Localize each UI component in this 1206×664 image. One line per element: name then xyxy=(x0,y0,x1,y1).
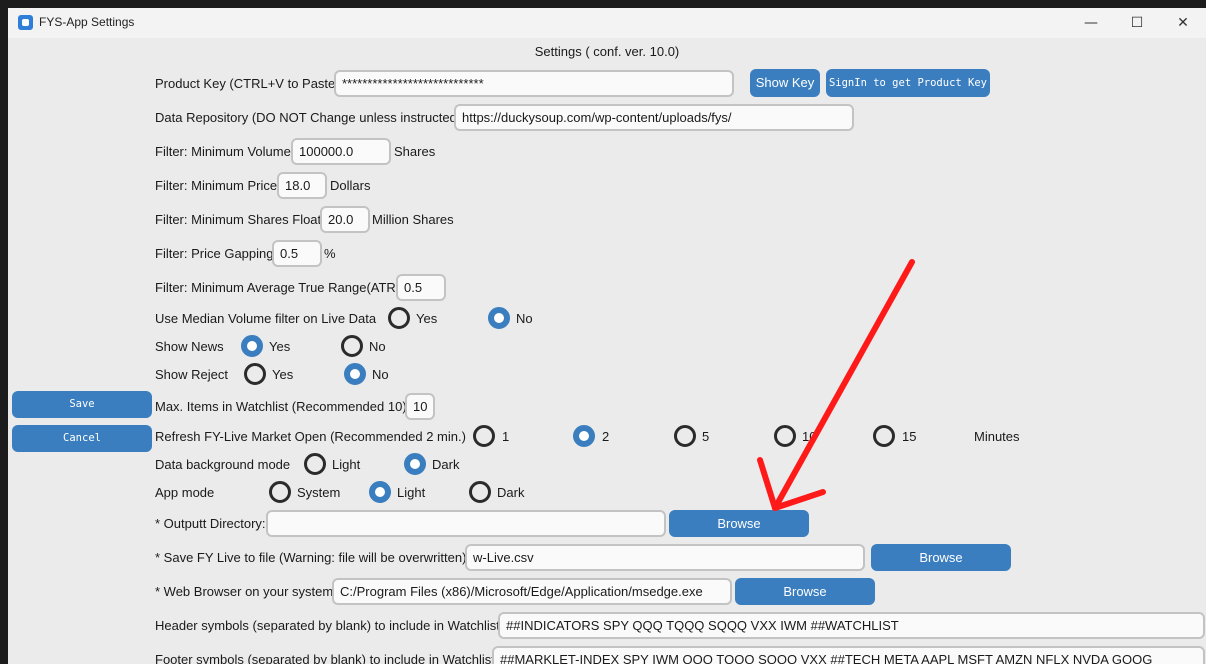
refresh-radio-2[interactable] xyxy=(573,425,595,447)
page-title: Settings ( conf. ver. 10.0) xyxy=(534,44,680,59)
min-price-label: Filter: Minimum Price xyxy=(155,178,278,193)
refresh-unit: Minutes xyxy=(974,429,1020,444)
data-bg-mode-label: Data background mode xyxy=(155,457,291,472)
atr-input[interactable]: 0.5 xyxy=(396,274,446,301)
show-reject-yes-label: Yes xyxy=(272,367,294,382)
save-button[interactable]: Save xyxy=(12,391,152,418)
refresh-radio-5[interactable] xyxy=(674,425,696,447)
refresh-label-2: 2 xyxy=(602,429,610,444)
web-browser-input[interactable]: C:/Program Files (x86)/Microsoft/Edge/Ap… xyxy=(332,578,732,605)
app-mode-light-radio[interactable] xyxy=(369,481,391,503)
show-reject-label: Show Reject xyxy=(155,367,228,382)
red-arrow-icon xyxy=(757,259,915,511)
refresh-label-15: 15 xyxy=(902,429,917,444)
bg-mode-light-label: Light xyxy=(332,457,361,472)
show-news-yes-radio[interactable] xyxy=(241,335,263,357)
data-repository-input[interactable]: https://duckysoup.com/wp-content/uploads… xyxy=(454,104,854,131)
min-float-unit: Million Shares xyxy=(372,212,454,227)
bg-mode-dark-label: Dark xyxy=(432,457,460,472)
max-items-label: Max. Items in Watchlist (Recommended 10) xyxy=(155,399,407,414)
minimize-button[interactable]: — xyxy=(1068,8,1114,38)
show-news-yes-label: Yes xyxy=(269,339,291,354)
refresh-label: Refresh FY-Live Market Open (Recommended… xyxy=(155,429,466,444)
bg-mode-dark-radio[interactable] xyxy=(404,453,426,475)
atr-label: Filter: Minimum Average True Range(ATR) xyxy=(155,280,401,295)
min-volume-input[interactable]: 100000.0 xyxy=(291,138,391,165)
show-news-no-label: No xyxy=(369,339,386,354)
signin-product-key-button[interactable]: SignIn to get Product Key xyxy=(826,69,990,97)
footer-symbols-input[interactable]: ##MARKLET-INDEX SPY IWM QQQ TQQQ SQQQ VX… xyxy=(492,646,1205,664)
min-float-input[interactable]: 20.0 xyxy=(320,206,370,233)
close-button[interactable]: ✕ xyxy=(1160,8,1206,38)
refresh-label-5: 5 xyxy=(702,429,710,444)
show-news-label: Show News xyxy=(155,339,224,354)
min-volume-label: Filter: Minimum Volume xyxy=(155,144,291,159)
refresh-radio-10[interactable] xyxy=(774,425,796,447)
output-directory-input[interactable] xyxy=(266,510,666,537)
refresh-radio-15[interactable] xyxy=(873,425,895,447)
refresh-radio-1[interactable] xyxy=(473,425,495,447)
app-mode-system-label: System xyxy=(297,485,341,500)
max-items-input[interactable]: 10 xyxy=(405,393,435,420)
show-reject-yes-radio[interactable] xyxy=(244,363,266,385)
title-bar: FYS-App Settings — ☐ ✕ xyxy=(8,8,1206,38)
median-volume-no-label: No xyxy=(516,311,533,326)
price-gapping-input[interactable]: 0.5 xyxy=(272,240,322,267)
maximize-button[interactable]: ☐ xyxy=(1114,8,1160,38)
footer-symbols-label: Footer symbols (separated by blank) to i… xyxy=(155,652,495,664)
save-live-input[interactable]: w-Live.csv xyxy=(465,544,865,571)
header-symbols-label: Header symbols (separated by blank) to i… xyxy=(155,618,500,633)
price-gapping-unit: % xyxy=(324,246,336,261)
show-reject-no-radio[interactable] xyxy=(344,363,366,385)
min-float-label: Filter: Minimum Shares Float xyxy=(155,212,322,227)
window-title: FYS-App Settings xyxy=(39,15,135,29)
min-volume-unit: Shares xyxy=(394,144,436,159)
median-volume-yes-label: Yes xyxy=(416,311,438,326)
app-mode-dark-label: Dark xyxy=(497,485,525,500)
price-gapping-label: Filter: Price Gapping xyxy=(155,246,274,261)
app-icon xyxy=(18,15,33,30)
product-key-label: Product Key (CTRL+V to Paste) xyxy=(155,76,340,91)
median-volume-label: Use Median Volume filter on Live Data xyxy=(155,311,377,326)
median-volume-no-radio[interactable] xyxy=(488,307,510,329)
app-mode-light-label: Light xyxy=(397,485,426,500)
web-browser-label: * Web Browser on your system xyxy=(155,584,334,599)
bg-mode-light-radio[interactable] xyxy=(304,453,326,475)
cancel-button[interactable]: Cancel xyxy=(12,425,152,452)
save-live-label: * Save FY Live to file (Warning: file wi… xyxy=(155,550,471,565)
product-key-input[interactable]: **************************** xyxy=(334,70,734,97)
output-directory-browse-button[interactable]: Browse xyxy=(669,510,809,537)
output-directory-label: * Outputt Directory: xyxy=(155,516,266,531)
app-mode-dark-radio[interactable] xyxy=(469,481,491,503)
web-browser-browse-button[interactable]: Browse xyxy=(735,578,875,605)
min-price-unit: Dollars xyxy=(330,178,371,193)
median-volume-yes-radio[interactable] xyxy=(388,307,410,329)
app-mode-label: App mode xyxy=(155,485,215,500)
header-symbols-input[interactable]: ##INDICATORS SPY QQQ TQQQ SQQQ VXX IWM #… xyxy=(498,612,1205,639)
show-key-button[interactable]: Show Key xyxy=(750,69,820,97)
show-news-no-radio[interactable] xyxy=(341,335,363,357)
app-mode-system-radio[interactable] xyxy=(269,481,291,503)
save-live-browse-button[interactable]: Browse xyxy=(871,544,1011,571)
refresh-label-10: 10 xyxy=(802,429,817,444)
data-repository-label: Data Repository (DO NOT Change unless in… xyxy=(155,110,462,125)
settings-window: FYS-App Settings — ☐ ✕ Settings ( conf. … xyxy=(8,8,1206,664)
min-price-input[interactable]: 18.0 xyxy=(277,172,327,199)
refresh-label-1: 1 xyxy=(502,429,510,444)
show-reject-no-label: No xyxy=(372,367,389,382)
